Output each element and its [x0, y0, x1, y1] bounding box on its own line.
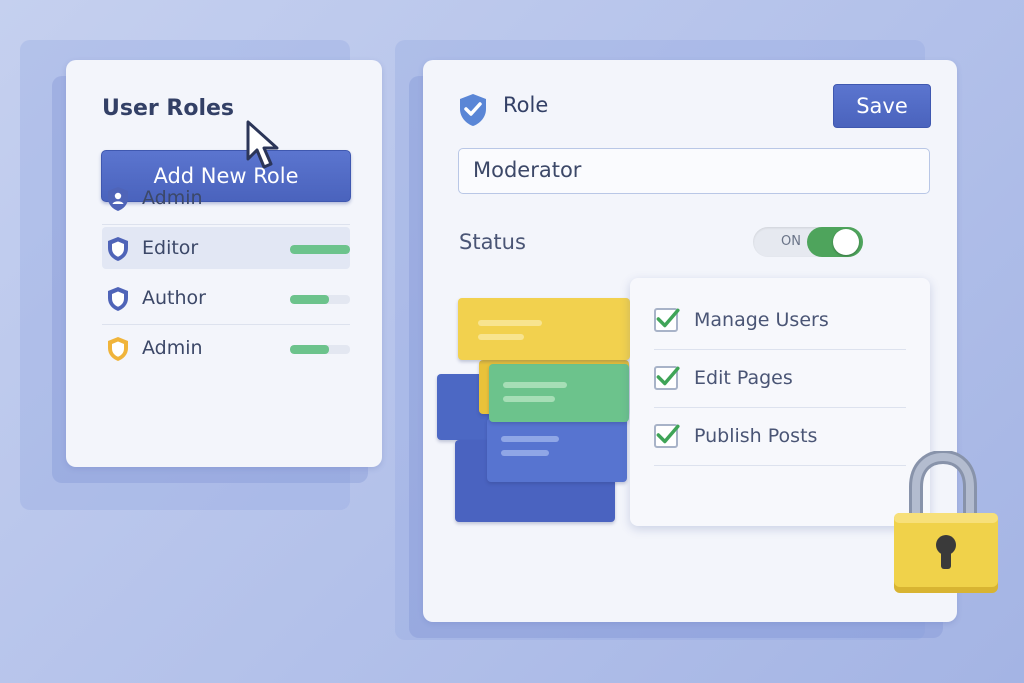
toggle-on-label: ON — [781, 234, 801, 249]
role-editor-panel: Role Save Moderator Status ON Manage Use… — [423, 60, 957, 622]
panel-title: User Roles — [102, 96, 234, 121]
role-list-item[interactable]: Admin — [102, 177, 350, 225]
role-progress-fill — [290, 295, 329, 304]
shield-user-icon — [108, 187, 128, 211]
shield-icon — [108, 237, 128, 261]
toggle-knob — [833, 229, 859, 255]
divider — [654, 465, 906, 466]
role-label: Author — [142, 287, 206, 309]
permission-row[interactable]: Manage Users — [654, 294, 906, 350]
role-progress-bar — [290, 245, 350, 254]
checkmark-icon — [656, 424, 680, 444]
padlock-icon — [894, 451, 998, 593]
checkbox[interactable] — [654, 424, 680, 448]
shield-icon — [108, 287, 128, 311]
divider — [654, 349, 906, 350]
checkmark-icon — [656, 366, 680, 386]
role-list-item[interactable]: Author — [102, 277, 350, 325]
role-label: Admin — [142, 187, 203, 209]
shield-icon — [108, 337, 128, 361]
role-list-item[interactable]: Admin — [102, 327, 350, 369]
permission-label: Publish Posts — [694, 425, 818, 447]
permission-row[interactable]: Publish Posts — [654, 410, 906, 466]
decorative-card — [489, 364, 629, 422]
decorative-card — [458, 298, 630, 360]
status-toggle[interactable]: ON — [753, 227, 863, 257]
divider — [102, 324, 350, 325]
role-heading: Role — [503, 93, 549, 117]
permission-row[interactable]: Edit Pages — [654, 352, 906, 408]
role-name-field[interactable]: Moderator — [458, 148, 930, 194]
role-list-item[interactable]: Editor — [102, 227, 350, 269]
role-progress-fill — [290, 245, 350, 254]
role-progress-bar — [290, 345, 350, 354]
checkbox[interactable] — [654, 366, 680, 390]
checkbox[interactable] — [654, 308, 680, 332]
save-button[interactable]: Save — [833, 84, 931, 128]
permission-label: Manage Users — [694, 309, 829, 331]
status-label: Status — [459, 230, 526, 254]
decorative-card — [487, 418, 627, 482]
role-label: Admin — [142, 337, 203, 359]
role-progress-bar — [290, 295, 350, 304]
divider — [654, 407, 906, 408]
user-roles-panel: User Roles Add New Role Admin Editor Autho… — [66, 60, 382, 467]
checkmark-icon — [656, 308, 680, 328]
role-progress-fill — [290, 345, 329, 354]
divider — [102, 224, 350, 225]
role-label: Editor — [142, 237, 199, 259]
permission-label: Edit Pages — [694, 367, 793, 389]
shield-check-icon — [460, 94, 486, 126]
mouse-pointer-icon — [246, 120, 279, 169]
